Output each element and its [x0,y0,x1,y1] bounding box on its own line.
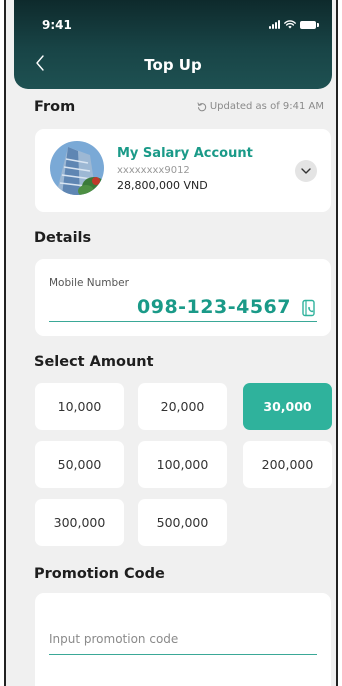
mobile-number-underline [49,321,317,322]
status-icons [269,20,319,29]
mobile-number-card: Mobile Number 098-123-4567 [35,259,331,336]
app-header: 9:41 Top Up [14,0,332,89]
contact-book-icon[interactable] [301,299,317,317]
account-number: xxxxxxxx9012 [117,165,190,176]
status-time: 9:41 [42,18,72,32]
page-title: Top Up [144,56,202,74]
amount-option-300000[interactable]: 300,000 [35,499,124,546]
phone-screen: 9:41 Top Up From Updated as of 9:41 AM M… [4,0,338,686]
account-balance: 28,800,000 VND [117,179,208,192]
amount-option-50000[interactable]: 50,000 [35,441,124,488]
promotion-code-input[interactable]: Input promotion code [49,632,317,646]
promotion-code-card: Input promotion code [35,593,331,686]
amount-option-30000[interactable]: 30,000 [243,383,332,430]
refresh-icon [197,102,206,111]
details-label: Details [34,230,92,246]
battery-icon [300,20,319,29]
amount-option-10000[interactable]: 10,000 [35,383,124,430]
promotion-code-underline [49,654,317,655]
signal-icon [269,20,280,29]
account-card[interactable]: My Salary Account xxxxxxxx9012 28,800,00… [35,129,331,212]
select-amount-label: Select Amount [34,354,154,370]
chevron-down-icon [301,168,311,174]
account-name: My Salary Account [117,146,253,161]
amount-option-500000[interactable]: 500,000 [138,499,227,546]
amount-option-200000[interactable]: 200,000 [243,441,332,488]
mobile-number-input[interactable]: 098-123-4567 [49,296,291,322]
promotion-code-label: Promotion Code [34,566,165,582]
account-avatar [50,141,104,195]
updated-status: Updated as of 9:41 AM [197,101,324,112]
amount-option-100000[interactable]: 100,000 [138,441,227,488]
building-image-icon [50,141,104,195]
updated-text: Updated as of 9:41 AM [209,101,324,112]
amount-option-20000[interactable]: 20,000 [138,383,227,430]
mobile-number-label: Mobile Number [49,277,129,289]
account-dropdown-button[interactable] [295,160,317,182]
from-label: From [34,99,76,115]
wifi-icon [284,20,296,29]
